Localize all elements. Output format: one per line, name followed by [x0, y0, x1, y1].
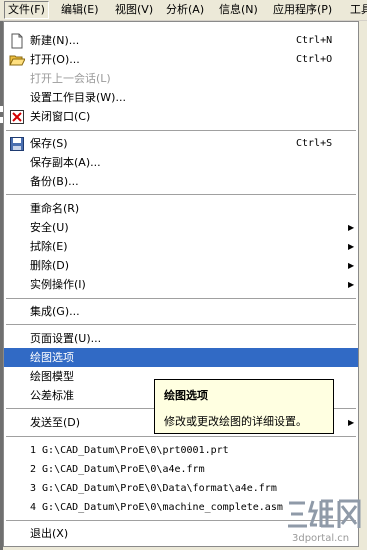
- tooltip-body: 修改或更改绘图的详细设置。: [164, 415, 307, 428]
- menu-item-set-working-directory[interactable]: 设置工作目录(W)...: [4, 88, 358, 107]
- close-window-icon: [9, 109, 25, 125]
- menu-item-open[interactable]: 打开(O)... Ctrl+O: [4, 50, 358, 69]
- menu-item-label: 退出(X): [30, 527, 69, 540]
- submenu-arrow-icon: ▶: [348, 418, 355, 427]
- menu-item-delete[interactable]: 删除(D) ▶: [4, 256, 358, 275]
- menu-item-label: 拭除(E): [30, 240, 68, 253]
- menu-item-open-last-session: 打开上一会话(L): [4, 69, 358, 88]
- menu-bar: 文件(F) 编辑(E) 视图(V) 分析(A) 信息(N) 应用程序(P) 工具: [0, 0, 367, 21]
- menu-analysis[interactable]: 分析(A): [163, 2, 207, 18]
- menu-item-instance-operations[interactable]: 实例操作(I) ▶: [4, 275, 358, 294]
- menu-separator: [6, 194, 356, 195]
- menu-item-label: 保存(S): [30, 137, 68, 150]
- menu-item-rename[interactable]: 重命名(R): [4, 199, 358, 218]
- menu-item-label: 打开上一会话(L): [30, 72, 111, 85]
- menu-item-save[interactable]: 保存(S) Ctrl+S: [4, 134, 358, 153]
- submenu-arrow-icon: ▶: [348, 223, 355, 232]
- menu-tools[interactable]: 工具: [347, 2, 367, 18]
- menu-separator: [6, 298, 356, 299]
- file-menu-dropdown: 新建(N)... Ctrl+N 打开(O)... Ctrl+O 打开上一会话(L…: [3, 21, 359, 547]
- recent-file-path: 3 G:\CAD_Datum\ProE\0\Data\format\a4e.fr…: [30, 483, 277, 494]
- recent-file-path: 4 G:\CAD_Datum\ProE\0\machine_complete.a…: [30, 502, 283, 513]
- menu-item-label: 重命名(R): [30, 202, 80, 215]
- open-folder-icon: [9, 52, 26, 68]
- recent-file-item[interactable]: 1 G:\CAD_Datum\ProE\0\prt0001.prt: [4, 441, 358, 460]
- shortcut-label: Ctrl+O: [296, 54, 333, 65]
- menu-item-label: 删除(D): [30, 259, 70, 272]
- submenu-arrow-icon: ▶: [348, 242, 355, 251]
- recent-file-item[interactable]: 3 G:\CAD_Datum\ProE\0\Data\format\a4e.fr…: [4, 479, 358, 498]
- menu-item-label: 绘图模型: [30, 370, 74, 383]
- tooltip-drawing-options: 绘图选项 修改或更改绘图的详细设置。: [154, 379, 334, 434]
- menu-item-label: 设置工作目录(W)...: [30, 91, 126, 104]
- menu-item-page-setup[interactable]: 页面设置(U)...: [4, 329, 358, 348]
- menu-item-save-copy[interactable]: 保存副本(A)...: [4, 153, 358, 172]
- tooltip-title: 绘图选项: [164, 389, 208, 402]
- menu-file[interactable]: 文件(F): [4, 1, 49, 19]
- menu-item-integrate[interactable]: 集成(G)...: [4, 302, 358, 321]
- shortcut-label: Ctrl+N: [296, 35, 333, 46]
- menu-item-label: 安全(U): [30, 221, 69, 234]
- menu-item-drawing-options[interactable]: 绘图选项: [4, 348, 358, 367]
- watermark-logo: 3dportal.cn: [286, 497, 362, 547]
- recent-file-path: 1 G:\CAD_Datum\ProE\0\prt0001.prt: [30, 445, 229, 456]
- menu-item-label: 集成(G)...: [30, 305, 80, 318]
- menu-item-label: 新建(N)...: [30, 34, 80, 47]
- menu-item-label: 公差标准: [30, 389, 74, 402]
- watermark-logo-icon: [288, 499, 361, 528]
- menu-item-security[interactable]: 安全(U) ▶: [4, 218, 358, 237]
- menu-info[interactable]: 信息(N): [216, 2, 261, 18]
- save-disk-icon: [9, 136, 25, 152]
- menu-item-label: 备份(B)...: [30, 175, 79, 188]
- menu-separator: [6, 436, 356, 437]
- menu-item-close-window[interactable]: 关闭窗口(C): [4, 107, 358, 126]
- menu-item-erase[interactable]: 拭除(E) ▶: [4, 237, 358, 256]
- menu-applications[interactable]: 应用程序(P): [270, 2, 335, 18]
- recent-file-path: 2 G:\CAD_Datum\ProE\0\a4e.frm: [30, 464, 205, 475]
- submenu-arrow-icon: ▶: [348, 261, 355, 270]
- menu-item-backup[interactable]: 备份(B)...: [4, 172, 358, 191]
- menu-item-label: 保存副本(A)...: [30, 156, 101, 169]
- recent-file-item[interactable]: 2 G:\CAD_Datum\ProE\0\a4e.frm: [4, 460, 358, 479]
- shortcut-label: Ctrl+S: [296, 138, 333, 149]
- menu-view[interactable]: 视图(V): [112, 2, 156, 18]
- menu-separator: [6, 324, 356, 325]
- menu-item-label: 打开(O)...: [30, 53, 80, 66]
- new-file-icon: [9, 33, 25, 49]
- menu-item-label: 关闭窗口(C): [30, 110, 91, 123]
- menu-item-label: 实例操作(I): [30, 278, 86, 291]
- menu-item-label: 发送至(D): [30, 416, 81, 429]
- menu-item-label: 绘图选项: [30, 351, 74, 364]
- menu-item-new[interactable]: 新建(N)... Ctrl+N: [4, 31, 358, 50]
- menu-edit[interactable]: 编辑(E): [58, 2, 102, 18]
- menu-separator: [6, 130, 356, 131]
- menu-item-label: 页面设置(U)...: [30, 332, 102, 345]
- submenu-arrow-icon: ▶: [348, 280, 355, 289]
- watermark-url: 3dportal.cn: [292, 533, 350, 544]
